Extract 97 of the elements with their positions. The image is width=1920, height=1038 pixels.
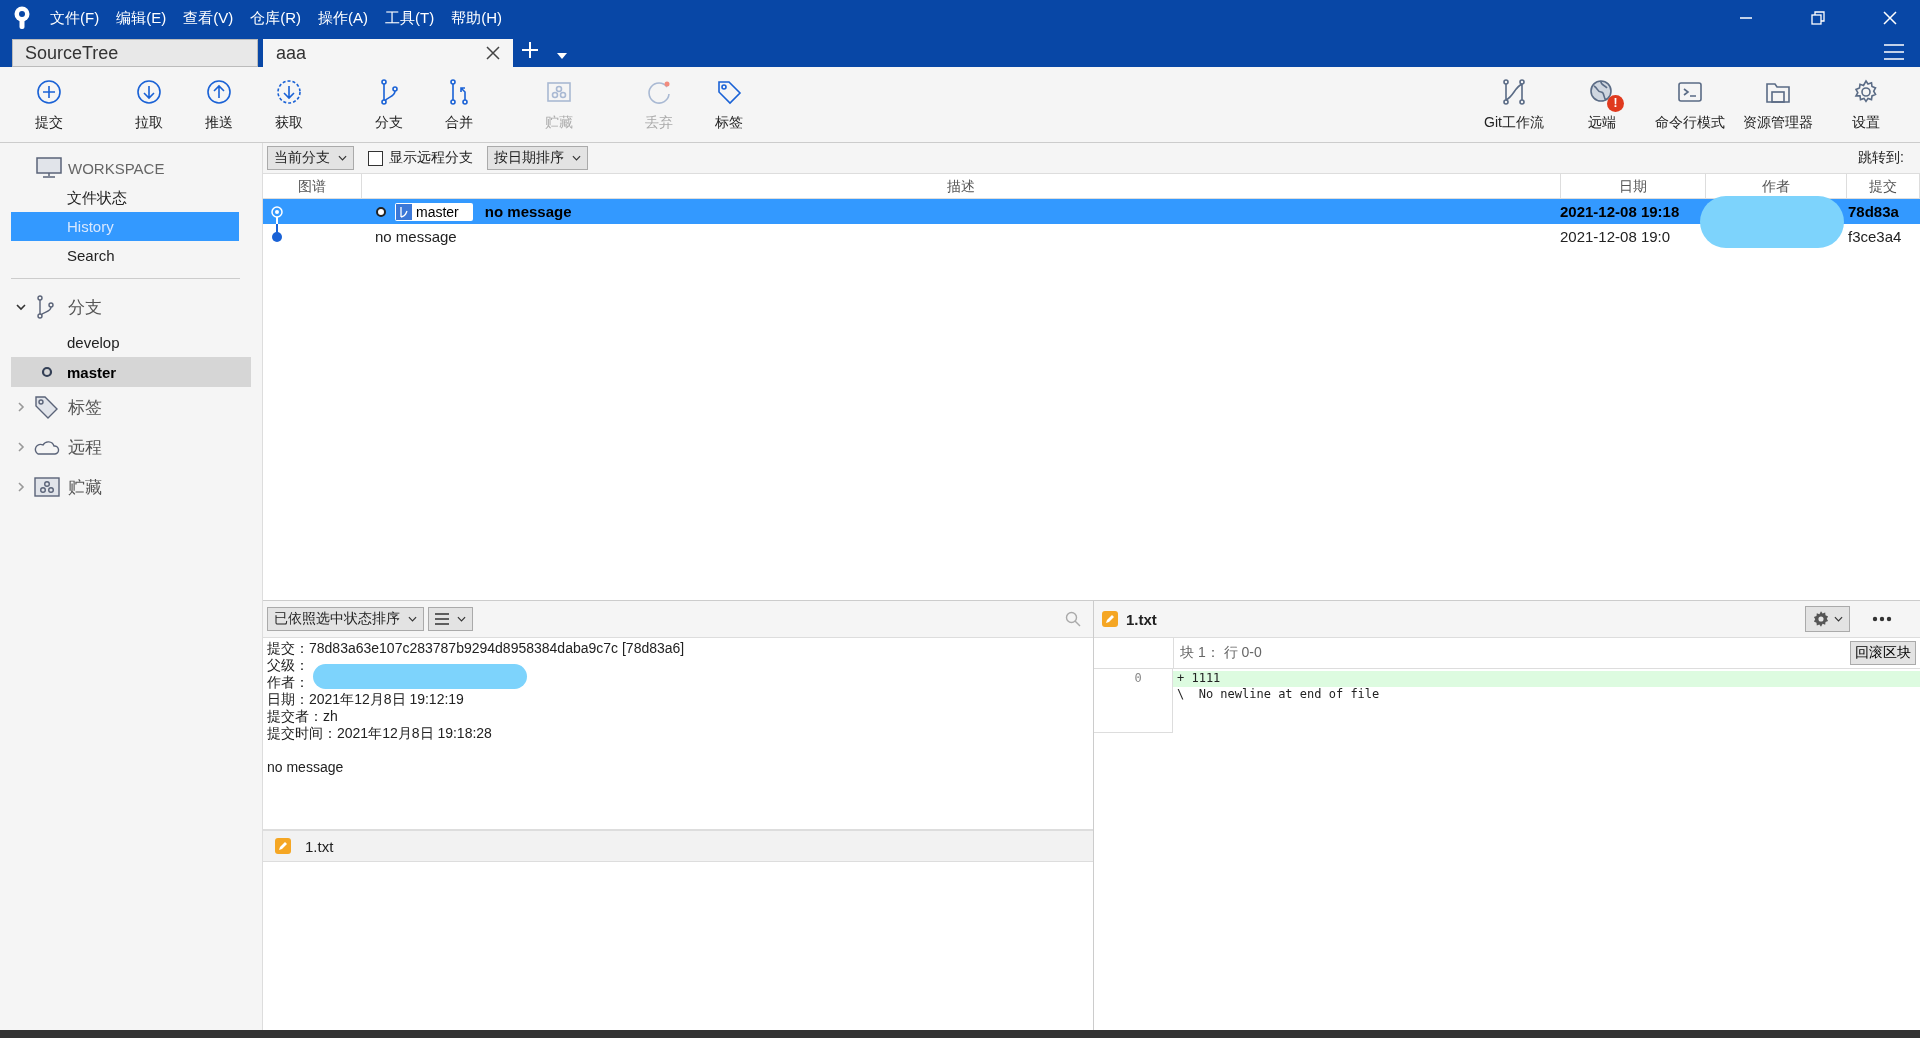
commit-detail-line: 父级：: [267, 657, 309, 674]
commit-detail-line: 作者：: [267, 674, 309, 691]
dropdown-icon[interactable]: [557, 53, 567, 59]
diff-file-name: 1.txt: [1126, 610, 1157, 628]
section-title[interactable]: 标签: [68, 395, 102, 419]
menu-item[interactable]: 帮助(H): [451, 8, 502, 28]
pencil-icon: [275, 838, 291, 854]
caret-icon: [408, 616, 417, 622]
section-title[interactable]: 分支: [68, 295, 102, 319]
head-marker-icon: [375, 205, 387, 218]
workspace-title: WORKSPACE: [68, 159, 165, 177]
hunk-header: 块 1： 行 0-0: [1180, 644, 1262, 662]
pull-icon: [135, 77, 163, 106]
checkbox-label[interactable]: 显示远程分支: [389, 149, 473, 167]
close-icon[interactable]: [486, 46, 500, 60]
restore-icon[interactable]: [1810, 10, 1826, 26]
commit-message: no message: [375, 228, 457, 245]
commit-row[interactable]: master no message 2021-12-08 19:18 78d83a: [263, 199, 1920, 224]
column-header[interactable]: 日期: [1561, 174, 1706, 198]
chevron-right-icon[interactable]: [16, 442, 26, 452]
commit-date: 2021-12-08 19:0: [1560, 228, 1672, 245]
toolbar-button[interactable]: 资源管理器: [1734, 77, 1822, 132]
toolbar-button[interactable]: 分支: [354, 77, 424, 132]
commit-detail-line: 提交时间：2021年12月8日 19:18:28: [267, 725, 492, 742]
branch-label: master: [395, 202, 473, 221]
toolbar-button[interactable]: 标签: [694, 77, 764, 132]
commit-detail-line: 日期：2021年12月8日 19:12:19: [267, 691, 464, 708]
menu-item[interactable]: 查看(V): [183, 8, 234, 28]
menu-item[interactable]: 仓库(R): [250, 8, 301, 28]
checkbox[interactable]: [368, 150, 383, 166]
branch-filter-dropdown[interactable]: 当前分支: [267, 146, 354, 170]
add-tab-icon[interactable]: [521, 41, 539, 59]
toolbar-button[interactable]: 设置: [1822, 77, 1910, 132]
sort-dropdown[interactable]: 已依照选中状态排序: [267, 607, 424, 631]
toolbar-button[interactable]: 合并: [424, 77, 494, 132]
tag-icon: [34, 395, 60, 419]
fetch-icon: [275, 77, 303, 106]
current-branch-icon: [41, 366, 53, 378]
menu-item[interactable]: 编辑(E): [116, 8, 167, 28]
repo-tab[interactable]: SourceTree: [12, 39, 258, 67]
column-header[interactable]: 描述: [362, 174, 1561, 198]
column-header[interactable]: 图谱: [263, 174, 362, 198]
commit-row[interactable]: no message 2021-12-08 19:0 f3ce3a4: [263, 224, 1920, 249]
toolbar-button[interactable]: 命令行模式: [1646, 77, 1734, 132]
push-icon: [205, 77, 233, 106]
repo-tab[interactable]: aaa: [263, 39, 513, 67]
stash-icon: [34, 475, 60, 499]
app-logo-icon: [12, 6, 32, 30]
list-view-dropdown[interactable]: [428, 607, 473, 631]
commit-hash: f3ce3a4: [1847, 228, 1903, 245]
branch-item[interactable]: develop: [11, 327, 251, 357]
commit-message: no message: [484, 203, 572, 220]
toolbar-button[interactable]: ! 远端: [1558, 77, 1646, 132]
monitor-icon: [36, 157, 62, 179]
sort-dropdown[interactable]: 按日期排序: [487, 146, 588, 170]
revert-hunk-button[interactable]: 回滚区块: [1850, 641, 1916, 665]
chevron-right-icon[interactable]: [16, 402, 26, 412]
toolbar-button[interactable]: 推送: [184, 77, 254, 132]
menu-item[interactable]: 工具(T): [385, 8, 435, 28]
line-number: 0: [1133, 671, 1143, 687]
caret-icon: [1834, 616, 1843, 622]
list-icon: [435, 613, 449, 625]
commit-date: 2021-12-08 19:18: [1560, 203, 1681, 220]
commit-icon: [35, 77, 63, 106]
gitflow-icon: [1500, 77, 1528, 106]
menu-item[interactable]: 文件(F): [50, 8, 100, 28]
column-header[interactable]: 提交: [1847, 174, 1920, 198]
section-title[interactable]: 远程: [68, 435, 102, 459]
caret-icon: [457, 616, 466, 622]
alert-badge: !: [1607, 94, 1624, 112]
toolbar-button[interactable]: 拉取: [114, 77, 184, 132]
toolbar-button[interactable]: 获取: [254, 77, 324, 132]
section-title[interactable]: 贮藏: [68, 475, 102, 499]
caret-icon: [572, 155, 581, 161]
chevron-down-icon[interactable]: [16, 302, 26, 312]
menu-item[interactable]: 操作(A): [318, 8, 368, 28]
jump-to-label: 跳转到:: [1858, 149, 1905, 167]
menu-icon[interactable]: [1884, 44, 1904, 60]
chevron-right-icon[interactable]: [16, 482, 26, 492]
more-icon[interactable]: [1872, 616, 1892, 622]
commit-detail-line: 提交者：zh: [267, 708, 338, 725]
settings-dropdown[interactable]: [1805, 606, 1850, 632]
commit-detail-line: 提交：78d83a63e107c283787b9294d8958384daba9c7c [78d83a6]: [267, 640, 685, 657]
pencil-icon: [1102, 611, 1118, 627]
diff-line: \ No newline at end of file: [1176, 687, 1381, 703]
file-row[interactable]: 1.txt: [263, 831, 1093, 862]
gear-icon: [1812, 610, 1830, 628]
sidebar-item[interactable]: 文件状态: [11, 183, 239, 212]
sidebar-item[interactable]: Search: [11, 241, 239, 270]
file-name: 1.txt: [305, 837, 334, 855]
commit-hash: 78d83a: [1847, 203, 1900, 220]
toolbar-button[interactable]: Git工作流: [1470, 77, 1558, 132]
commit-message: no message: [267, 759, 345, 776]
toolbar-button[interactable]: 提交: [14, 77, 84, 132]
branch-item[interactable]: master: [11, 357, 251, 387]
caret-icon: [338, 155, 347, 161]
branch-icon: [396, 203, 412, 220]
